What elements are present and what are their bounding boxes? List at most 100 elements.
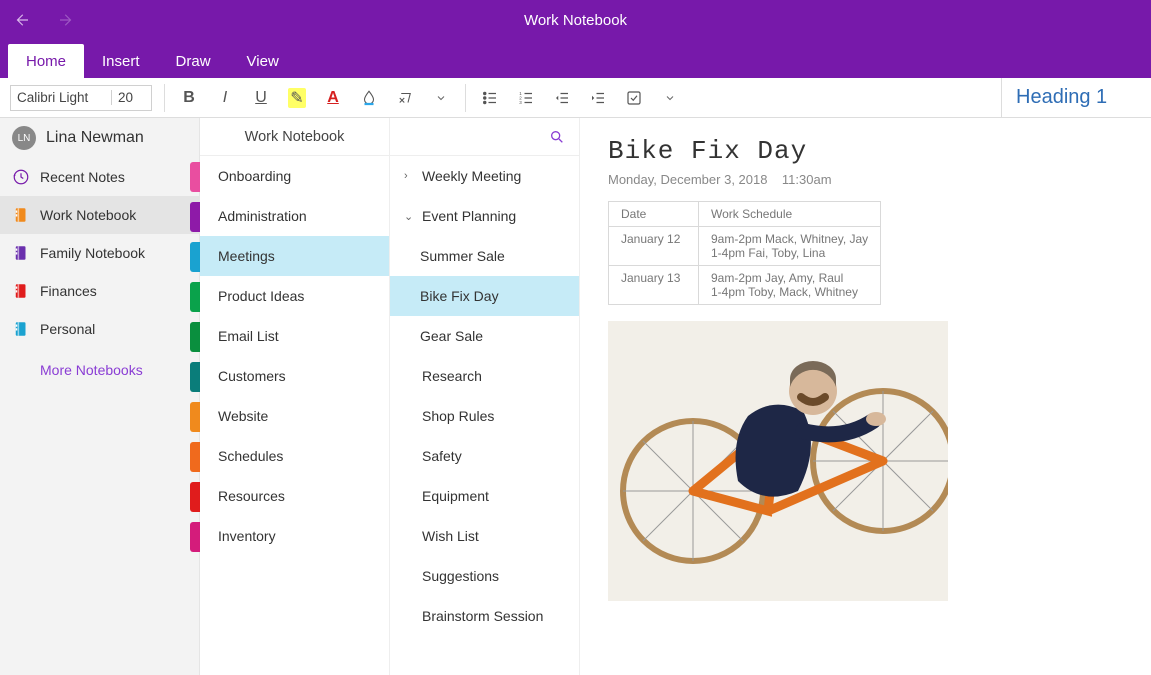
page-item[interactable]: ⌄Event Planning (390, 196, 579, 236)
section-item[interactable]: Product Ideas (200, 276, 389, 316)
page-label: Bike Fix Day (420, 288, 499, 304)
section-item[interactable]: Schedules (200, 436, 389, 476)
recent-icon (12, 168, 30, 186)
page-item[interactable]: Suggestions (390, 556, 579, 596)
more-fonts-button[interactable] (423, 80, 459, 116)
svg-text:3: 3 (519, 100, 522, 105)
chevron-down-icon: ⌄ (404, 210, 416, 223)
page-label: Equipment (422, 488, 489, 504)
page-canvas[interactable]: Bike Fix Day Monday, December 3, 2018 11… (580, 118, 1151, 675)
search-button[interactable] (390, 118, 579, 156)
italic-button[interactable]: I (207, 80, 243, 116)
highlight-button[interactable]: ✎ (279, 80, 315, 116)
window-title: Work Notebook (88, 12, 1151, 29)
tab-draw[interactable]: Draw (158, 44, 229, 78)
page-date: Monday, December 3, 2018 (608, 172, 767, 187)
page-item[interactable]: Brainstorm Session (390, 596, 579, 636)
section-item[interactable]: Resources (200, 476, 389, 516)
page-time: 11:30am (782, 172, 832, 187)
section-item[interactable]: Inventory (200, 516, 389, 556)
page-item[interactable]: Bike Fix Day (390, 276, 579, 316)
notebook-item[interactable]: Recent Notes (0, 158, 199, 196)
th-schedule: Work Schedule (699, 202, 881, 227)
font-group (10, 85, 152, 111)
page-item[interactable]: Safety (390, 436, 579, 476)
page-item[interactable]: Summer Sale (390, 236, 579, 276)
page-label: Research (422, 368, 482, 384)
number-list-button[interactable]: 123 (508, 80, 544, 116)
avatar: LN (12, 126, 36, 150)
section-item[interactable]: Meetings (200, 236, 389, 276)
section-item[interactable]: Administration (200, 196, 389, 236)
notebook-item[interactable]: Personal (0, 310, 199, 348)
page-label: Summer Sale (420, 248, 505, 264)
separator (164, 84, 165, 112)
title-bar: Work Notebook (0, 0, 1151, 40)
page-item[interactable]: ›Weekly Meeting (390, 156, 579, 196)
outdent-button[interactable] (544, 80, 580, 116)
main-tabs: Home Insert Draw View (0, 40, 1151, 78)
notebook-item[interactable]: Work Notebook (0, 196, 199, 234)
page-meta: Monday, December 3, 2018 11:30am (608, 172, 1123, 187)
section-item[interactable]: Customers (200, 356, 389, 396)
tab-home[interactable]: Home (8, 44, 84, 78)
page-item[interactable]: Wish List (390, 516, 579, 556)
page-item[interactable]: Research (390, 356, 579, 396)
section-label: Inventory (218, 528, 276, 544)
th-date: Date (609, 202, 699, 227)
account-row[interactable]: LN Lina Newman (0, 118, 199, 158)
page-label: Wish List (422, 528, 479, 544)
more-paragraph-button[interactable] (652, 80, 688, 116)
page-label: Gear Sale (420, 328, 483, 344)
font-size-input[interactable] (111, 90, 151, 105)
page-label: Brainstorm Session (422, 608, 543, 624)
font-color-button[interactable]: A (315, 80, 351, 116)
back-button[interactable] (0, 0, 44, 40)
section-tab-handle (190, 322, 200, 352)
section-label: Product Ideas (218, 288, 304, 304)
notebook-item[interactable]: Family Notebook (0, 234, 199, 272)
underline-button[interactable]: U (243, 80, 279, 116)
ink-color-button[interactable] (351, 80, 387, 116)
tab-view[interactable]: View (229, 44, 297, 78)
tab-insert[interactable]: Insert (84, 44, 158, 78)
forward-button[interactable] (44, 0, 88, 40)
table-row[interactable]: January 12 9am-2pm Mack, Whitney, Jay 1-… (609, 227, 881, 266)
section-tab-handle (190, 482, 200, 512)
separator (465, 84, 466, 112)
bullet-list-button[interactable] (472, 80, 508, 116)
styles-dropdown[interactable]: Heading 1 (1001, 78, 1151, 118)
table-row[interactable]: January 13 9am-2pm Jay, Amy, Raul 1-4pm … (609, 266, 881, 305)
page-item[interactable]: Gear Sale (390, 316, 579, 356)
section-label: Resources (218, 488, 285, 504)
notebook-item[interactable]: Finances (0, 272, 199, 310)
page-label: Suggestions (422, 568, 499, 584)
search-icon (549, 129, 565, 145)
more-notebooks-link[interactable]: More Notebooks (0, 348, 199, 378)
sections-header[interactable]: Work Notebook (200, 118, 389, 156)
book-icon (12, 282, 30, 300)
section-tab-handle (190, 402, 200, 432)
todo-tag-button[interactable] (616, 80, 652, 116)
book-icon (12, 244, 30, 262)
notebook-label: Work Notebook (40, 207, 136, 223)
account-name: Lina Newman (46, 129, 144, 147)
app-window: Work Notebook Home Insert Draw View B I … (0, 0, 1151, 675)
embedded-image[interactable] (608, 321, 948, 601)
book-icon (12, 320, 30, 338)
indent-button[interactable] (580, 80, 616, 116)
notebook-label: Finances (40, 283, 97, 299)
section-item[interactable]: Email List (200, 316, 389, 356)
section-item[interactable]: Website (200, 396, 389, 436)
page-title[interactable]: Bike Fix Day (608, 136, 1123, 166)
section-label: Customers (218, 368, 286, 384)
page-item[interactable]: Equipment (390, 476, 579, 516)
clear-format-button[interactable] (387, 80, 423, 116)
page-item[interactable]: Shop Rules (390, 396, 579, 436)
schedule-table[interactable]: Date Work Schedule January 12 9am-2pm Ma… (608, 201, 881, 305)
font-name-input[interactable] (11, 90, 111, 105)
pages-panel: ›Weekly Meeting⌄Event Planning Summer Sal… (390, 118, 580, 675)
section-item[interactable]: Onboarding (200, 156, 389, 196)
notebook-label: Family Notebook (40, 245, 145, 261)
bold-button[interactable]: B (171, 80, 207, 116)
